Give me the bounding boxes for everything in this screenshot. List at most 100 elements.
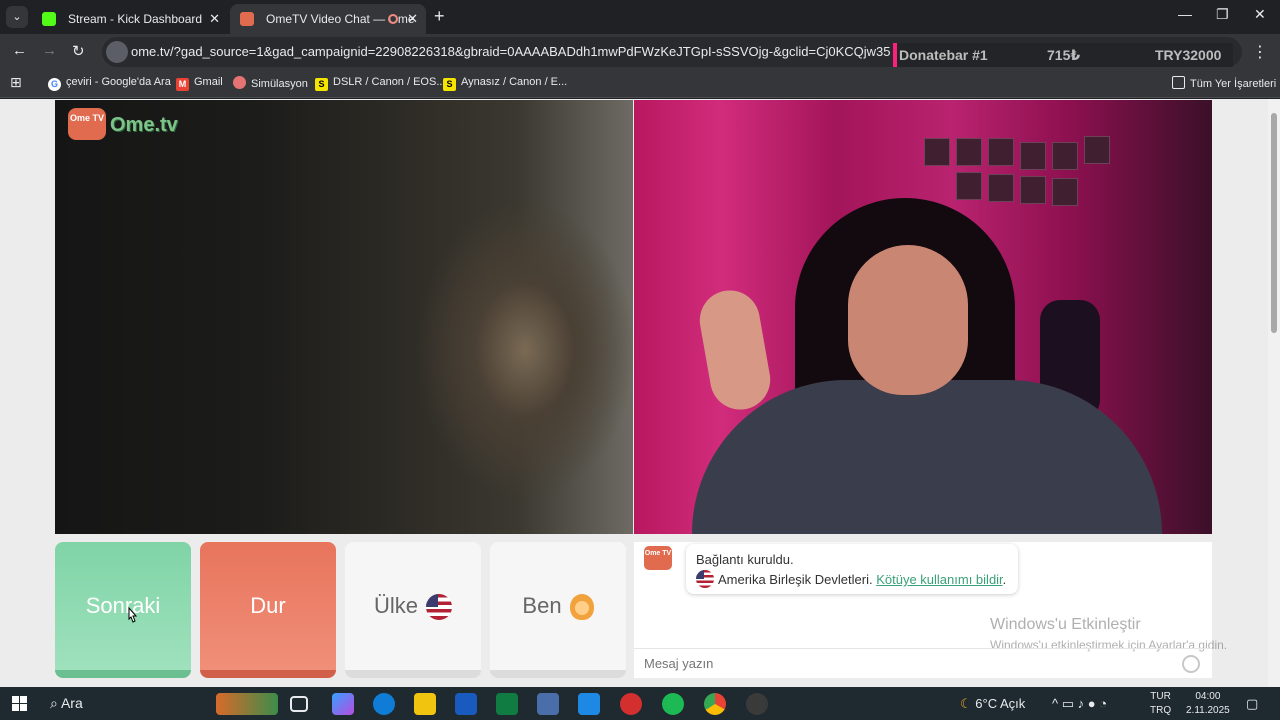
ometv-logo-text: Ome.tv [110,114,178,136]
tray-icons[interactable]: ^ ▭ ♪ ● ◔ [1052,696,1107,712]
opera-icon[interactable] [620,693,642,715]
us-flag-icon [426,594,452,621]
excel-icon[interactable] [496,693,518,715]
network-icon[interactable]: ◔ [1099,696,1107,711]
forward-icon[interactable]: → [42,42,57,59]
stop-button[interactable]: Dur [200,542,336,678]
bookmark-gmail[interactable]: M Gmail [176,76,223,91]
ometv-chat-avatar: Ome TV [644,546,672,570]
reload-icon[interactable]: ↻ [72,42,85,60]
simulation-icon [233,76,246,89]
clock[interactable]: 04:00 2.11.2025 [1186,690,1230,718]
microphone-icon[interactable]: ● [1088,696,1096,711]
donatebar-overlay: Donatebar #1 715₺ TRY32000 [893,43,1233,67]
bookmark-dslr[interactable]: S DSLR / Canon / EOS... [315,76,446,91]
all-bookmarks[interactable]: Tüm Yer İşaretleri [1172,76,1276,90]
wall-poster [956,172,982,200]
new-tab-button[interactable]: + [434,6,445,27]
maximize-button[interactable]: ❐ [1216,6,1229,23]
ometv-logo[interactable]: Ome TV Ome.tv [68,108,188,144]
copilot-icon[interactable] [332,693,354,715]
battery-icon[interactable]: ▭ [1062,696,1074,711]
ometv-icon [240,12,254,26]
system-message: Bağlantı kuruldu. Amerika Birleşik Devle… [686,544,1018,594]
tab-kick-dashboard[interactable]: Stream - Kick Dashboard ✕ [32,4,228,34]
gmail-icon: M [176,78,189,91]
recording-icon [388,14,398,24]
calculator-icon[interactable] [537,693,559,715]
volume-icon[interactable]: ♪ [1078,696,1085,711]
language-indicator[interactable]: TUR TRQ [1150,690,1171,718]
close-tab-icon[interactable]: ✕ [209,4,220,34]
edge-icon[interactable] [373,693,395,715]
s-bookmark-icon: S [315,78,328,91]
woman-emoji-icon [569,594,594,621]
partner-country-line: Amerika Birleşik Devletleri. Kötüye kull… [696,570,1008,590]
wall-poster [1020,176,1046,204]
donatebar-goal: TRY32000 [1155,47,1222,63]
page-scrollbar[interactable] [1268,99,1280,687]
report-abuse-link[interactable]: Kötüye kullanımı bildir [876,572,1002,587]
ometv-logo-badge: Ome TV [68,108,106,140]
obs-icon[interactable] [746,693,768,715]
bookmark-google[interactable]: Gçeviri - Google'da Ara [48,76,171,91]
emoji-picker-icon[interactable] [1182,655,1200,673]
bookmark-simulation[interactable]: Simülasyon [233,76,308,90]
chrome-icon[interactable] [704,693,726,715]
spotify-icon[interactable] [662,693,684,715]
wall-poster [988,174,1014,202]
weather-widget[interactable]: ☾ 6°C Açık [960,696,1025,712]
windows-start-icon[interactable] [12,696,27,711]
search-icon: ⌕ [50,695,58,711]
me-button[interactable]: Ben [490,542,626,678]
tab-search-button[interactable]: ⌄ [6,6,28,28]
file-explorer-icon[interactable] [414,693,436,715]
apps-icon[interactable]: ⊞ [10,74,22,91]
windows-taskbar: ⌕ Ara ☾ 6°C Açık ^ ▭ ♪ ● ◔ TUR TRQ 04:00 2… [0,687,1280,720]
wall-poster [1052,142,1078,170]
bookmark-mirrorless[interactable]: S Aynasız / Canon / E... [443,76,567,91]
partner-country: Amerika Birleşik Devletleri. [718,572,873,587]
partner-video [55,100,633,534]
wall-poster [1084,136,1110,164]
weather-icon: ☾ [960,696,972,711]
word-icon[interactable] [455,693,477,715]
scrollbar-thumb[interactable] [1271,113,1277,333]
mouse-cursor-icon [128,607,137,623]
person-face [848,245,968,395]
close-tab-icon[interactable]: ✕ [407,4,418,34]
minimize-button[interactable]: — [1178,6,1192,22]
donatebar-title: Donatebar #1 [899,47,988,63]
wall-poster [924,138,950,166]
browser-toolbar: ← → ↻ ome.tv/?gad_source=1&gad_campaigni… [0,34,1280,70]
url-text[interactable]: ome.tv/?gad_source=1&gad_campaignid=2290… [131,37,891,67]
wall-poster [1052,178,1078,206]
back-icon[interactable]: ← [12,42,27,59]
folder-icon [1172,76,1185,89]
message-input[interactable] [634,648,1212,678]
wall-poster [988,138,1014,166]
taskbar-search[interactable]: ⌕ Ara [50,695,83,712]
browser-menu-icon[interactable]: ⋮ [1252,42,1268,62]
next-button[interactable]: Sonraki [55,542,191,678]
s-bookmark-icon: S [443,78,456,91]
google-icon: G [48,78,61,91]
store-icon[interactable] [578,693,600,715]
windows-activation-watermark: Windows'u Etkinleştir Windows'u etkinleş… [990,616,1228,652]
kick-icon [42,12,56,26]
wall-poster [956,138,982,166]
tab-strip: ⌄ Stream - Kick Dashboard ✕ OmeTV Video … [0,0,1280,34]
country-button[interactable]: Ülke [345,542,481,678]
bookmarks-bar: ⊞ Gçeviri - Google'da Ara M Gmail Simülas… [0,70,1280,98]
task-view-icon[interactable] [290,696,308,712]
wall-poster [1020,142,1046,170]
chevron-up-icon[interactable]: ^ [1052,696,1058,711]
tab-label: Stream - Kick Dashboard [68,12,203,26]
us-flag-icon [696,570,714,588]
tab-ometv[interactable]: OmeTV Video Chat — Ome ✕ [230,4,426,34]
close-window-button[interactable]: ✕ [1254,6,1266,23]
site-info-icon[interactable] [106,41,128,63]
donatebar-amount: 715₺ [1047,47,1081,63]
search-highlight-icon[interactable] [216,693,278,715]
notifications-icon[interactable]: ▢ [1246,696,1258,712]
